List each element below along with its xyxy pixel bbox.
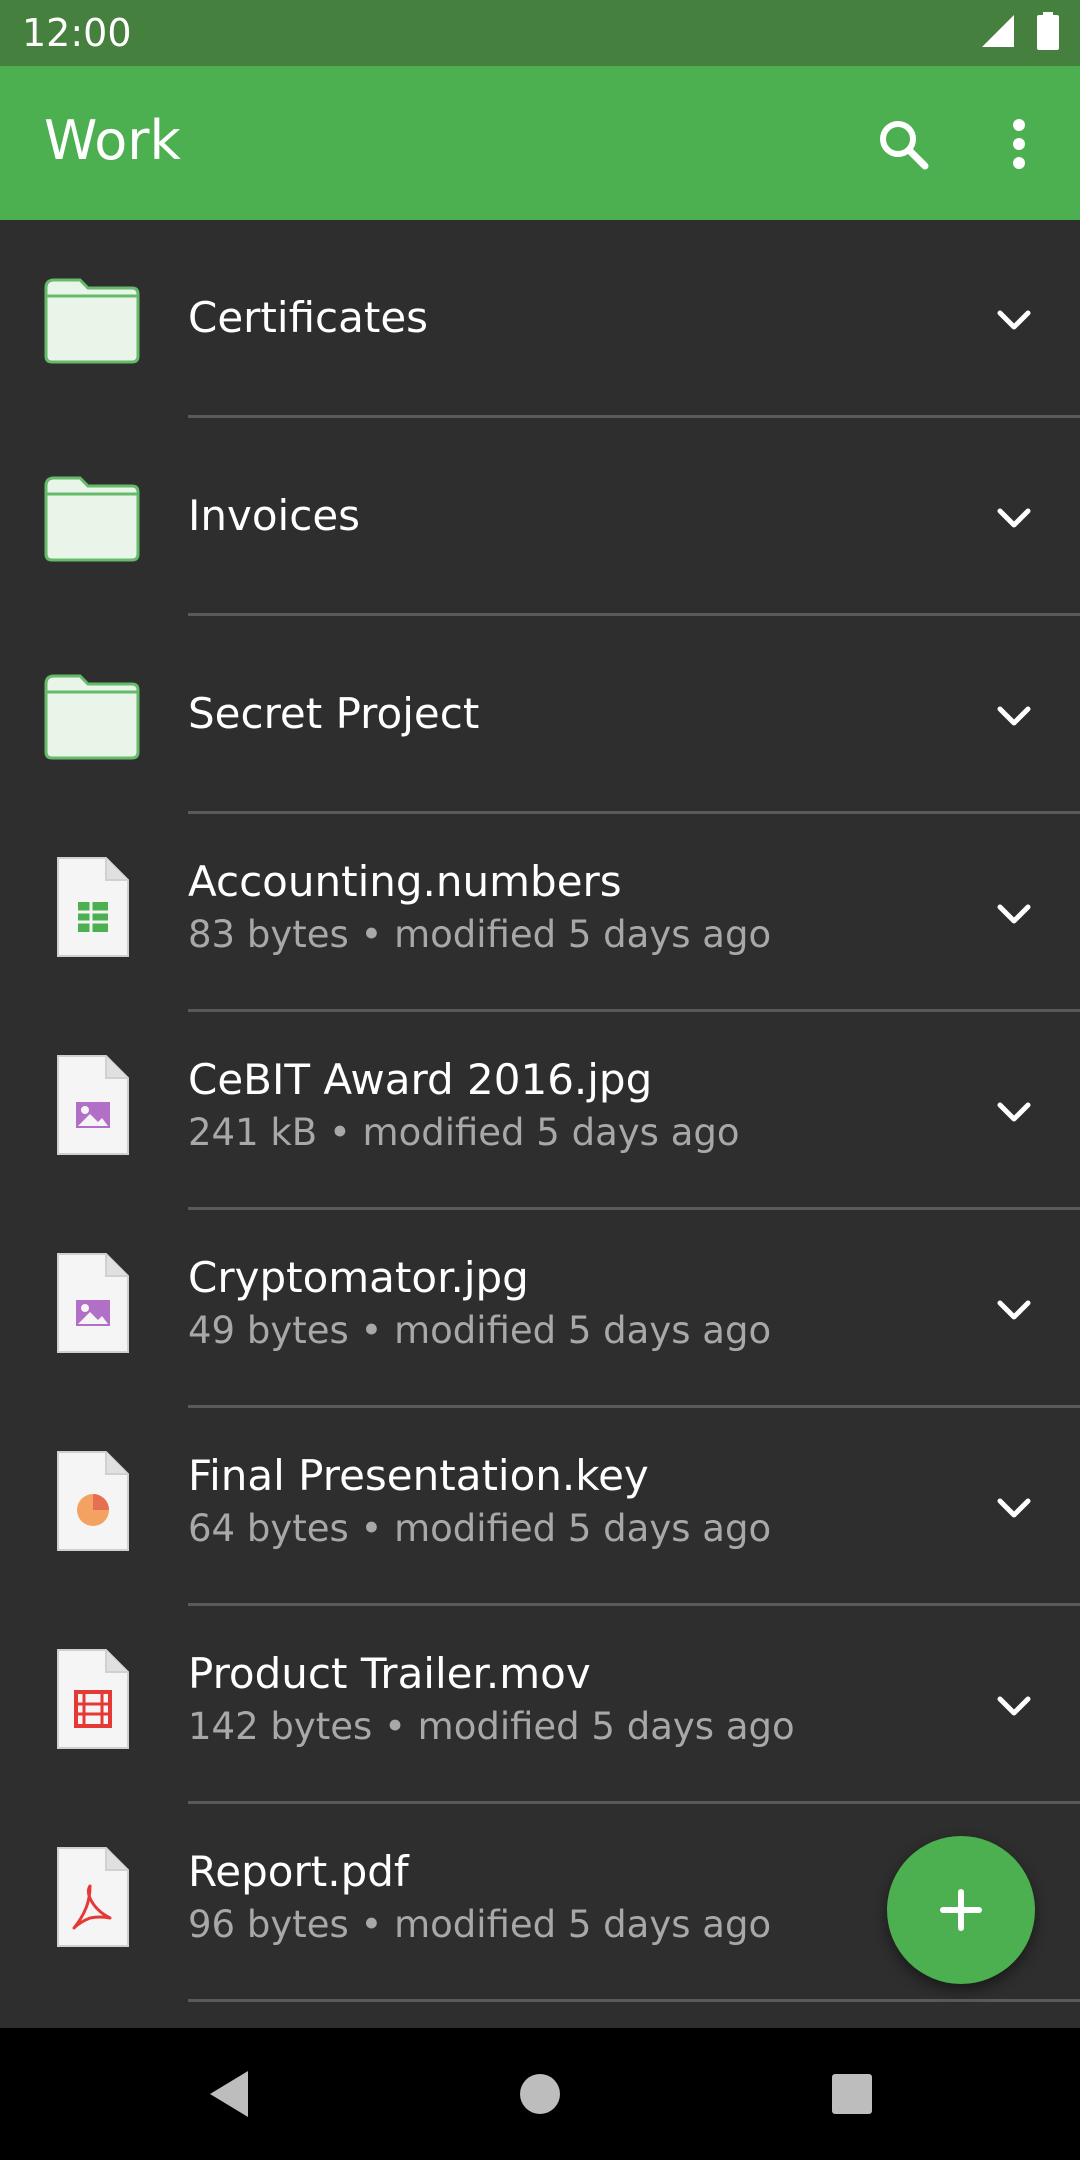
status-bar: 12:00 <box>0 0 1080 66</box>
item-name: Secret Project <box>188 689 480 738</box>
chevron-down-icon[interactable] <box>992 298 1036 342</box>
list-item[interactable]: Accounting.numbers 83 bytes • modified 5… <box>0 814 1080 1012</box>
chevron-down-icon[interactable] <box>992 1090 1036 1134</box>
list-item[interactable]: Cryptomator.jpg 49 bytes • modified 5 da… <box>0 1210 1080 1408</box>
folder-icon <box>42 672 142 762</box>
chevron-down-icon[interactable] <box>992 1684 1036 1728</box>
add-button[interactable] <box>887 1836 1035 1984</box>
battery-icon <box>1036 12 1060 54</box>
home-button[interactable] <box>510 2064 570 2124</box>
list-item[interactable]: Invoices <box>0 418 1080 616</box>
list-item[interactable]: Certificates <box>0 220 1080 418</box>
recents-icon <box>832 2074 872 2114</box>
chevron-down-icon[interactable] <box>992 694 1036 738</box>
app-bar: Work <box>0 66 1080 220</box>
file-list: Certificates Invoices Secret Project Acc… <box>0 220 1080 2002</box>
item-name: Certificates <box>188 293 429 342</box>
divider <box>188 1999 1080 2002</box>
chevron-down-icon[interactable] <box>992 892 1036 936</box>
cell-signal-icon <box>980 13 1016 53</box>
item-name: Product Trailer.mov <box>188 1649 591 1698</box>
back-icon <box>210 2071 248 2117</box>
item-name: Report.pdf <box>188 1847 409 1896</box>
page-title: Work <box>44 109 181 172</box>
status-icons <box>980 12 1060 54</box>
item-meta: 49 bytes • modified 5 days ago <box>188 1309 772 1352</box>
chevron-down-icon[interactable] <box>992 496 1036 540</box>
item-meta: 241 kB • modified 5 days ago <box>188 1111 740 1154</box>
chevron-down-icon[interactable] <box>992 1486 1036 1530</box>
spreadsheet-file-icon <box>56 856 130 958</box>
list-item[interactable]: Product Trailer.mov 142 bytes • modified… <box>0 1606 1080 1804</box>
add-icon <box>940 1889 982 1931</box>
more-vert-icon <box>1013 119 1025 169</box>
navigation-bar <box>0 2028 1080 2160</box>
folder-icon <box>42 276 142 366</box>
item-meta: 83 bytes • modified 5 days ago <box>188 913 772 956</box>
status-time: 12:00 <box>22 11 132 55</box>
item-name: Final Presentation.key <box>188 1451 649 1500</box>
item-name: Invoices <box>188 491 361 540</box>
recents-button[interactable] <box>822 2064 882 2124</box>
item-name: CeBIT Award 2016.jpg <box>188 1055 653 1104</box>
folder-icon <box>42 474 142 564</box>
list-item[interactable]: Final Presentation.key 64 bytes • modifi… <box>0 1408 1080 1606</box>
image-file-icon <box>56 1054 130 1156</box>
search-button[interactable] <box>868 109 938 179</box>
image-file-icon <box>56 1252 130 1354</box>
back-button[interactable] <box>198 2064 258 2124</box>
chevron-down-icon[interactable] <box>992 1288 1036 1332</box>
pdf-file-icon <box>56 1846 130 1948</box>
more-options-button[interactable] <box>984 109 1054 179</box>
presentation-file-icon <box>56 1450 130 1552</box>
item-meta: 142 bytes • modified 5 days ago <box>188 1705 795 1748</box>
item-name: Accounting.numbers <box>188 857 622 906</box>
item-meta: 96 bytes • modified 5 days ago <box>188 1903 772 1946</box>
item-meta: 64 bytes • modified 5 days ago <box>188 1507 772 1550</box>
home-icon <box>520 2074 560 2114</box>
list-item[interactable]: Secret Project <box>0 616 1080 814</box>
list-item[interactable]: CeBIT Award 2016.jpg 241 kB • modified 5… <box>0 1012 1080 1210</box>
screen: 12:00 Work Certificates Invoices Secret … <box>0 0 1080 2160</box>
item-name: Cryptomator.jpg <box>188 1253 529 1302</box>
video-file-icon <box>56 1648 130 1750</box>
search-icon <box>880 121 929 170</box>
